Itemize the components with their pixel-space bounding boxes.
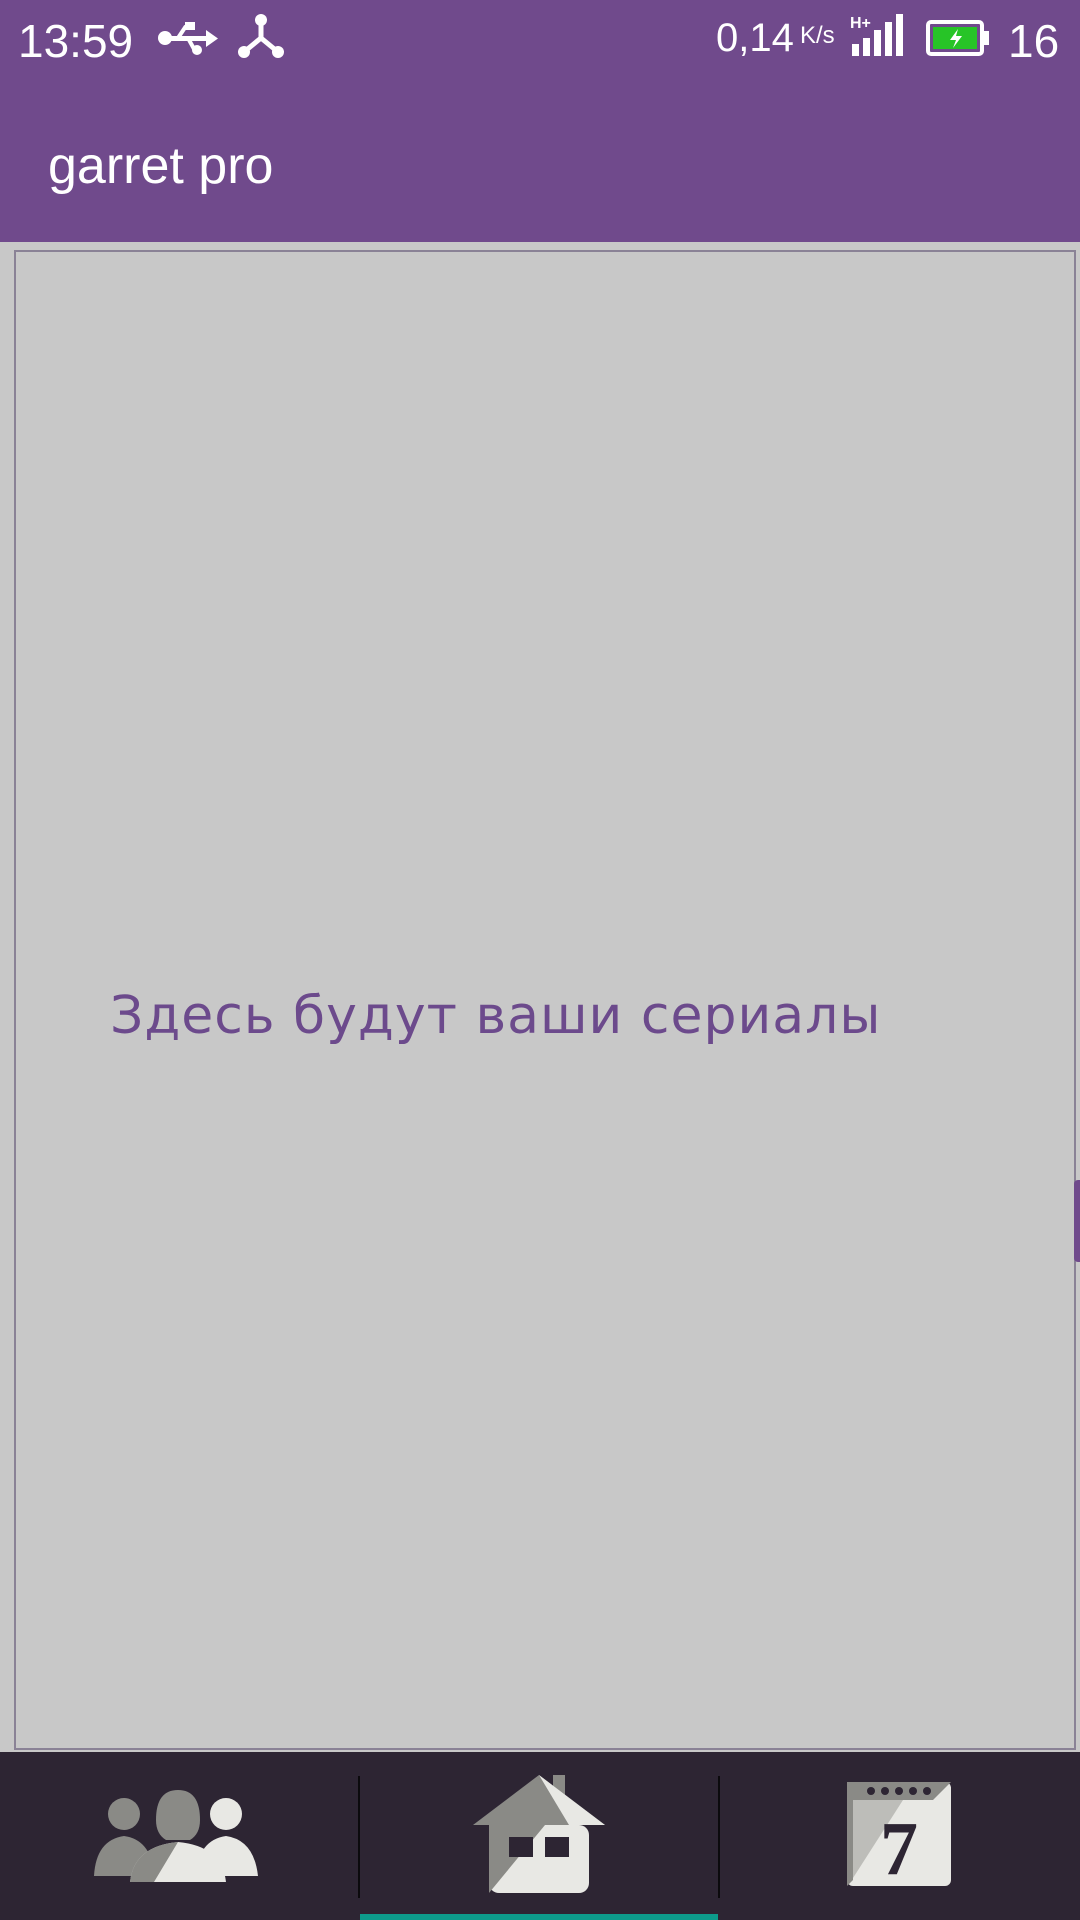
app-bar: garret pro: [0, 78, 1080, 242]
calendar-number: 7: [880, 1807, 918, 1890]
network-type-label: H+: [850, 15, 871, 32]
network-speed-unit: K/s: [800, 22, 835, 49]
network-speed: 0,14: [716, 16, 794, 60]
signal-icon: H+: [850, 14, 906, 63]
tab-calendar[interactable]: 7: [720, 1752, 1078, 1920]
battery-level: 16: [1008, 15, 1060, 67]
share-icon: [236, 12, 286, 65]
app-title: garret pro: [48, 137, 274, 195]
home-icon: [469, 1771, 609, 1902]
bottom-navigation: 7: [0, 1752, 1080, 1920]
scroll-handle[interactable]: [1074, 1180, 1080, 1262]
battery-charging-icon: [926, 20, 990, 61]
calendar-icon: 7: [843, 1778, 955, 1895]
tab-people[interactable]: [0, 1752, 358, 1920]
tab-home[interactable]: [360, 1752, 718, 1920]
status-time: 13:59: [18, 15, 134, 67]
content-margin: [0, 242, 14, 1752]
selected-tab-indicator: [360, 1914, 718, 1920]
empty-state-message: Здесь будут ваши сериалы: [110, 986, 882, 1046]
people-icon: [94, 1784, 264, 1889]
usb-icon: [156, 16, 218, 65]
status-bar: 13:59 0,14 K/s H+ 16: [0, 0, 1080, 78]
